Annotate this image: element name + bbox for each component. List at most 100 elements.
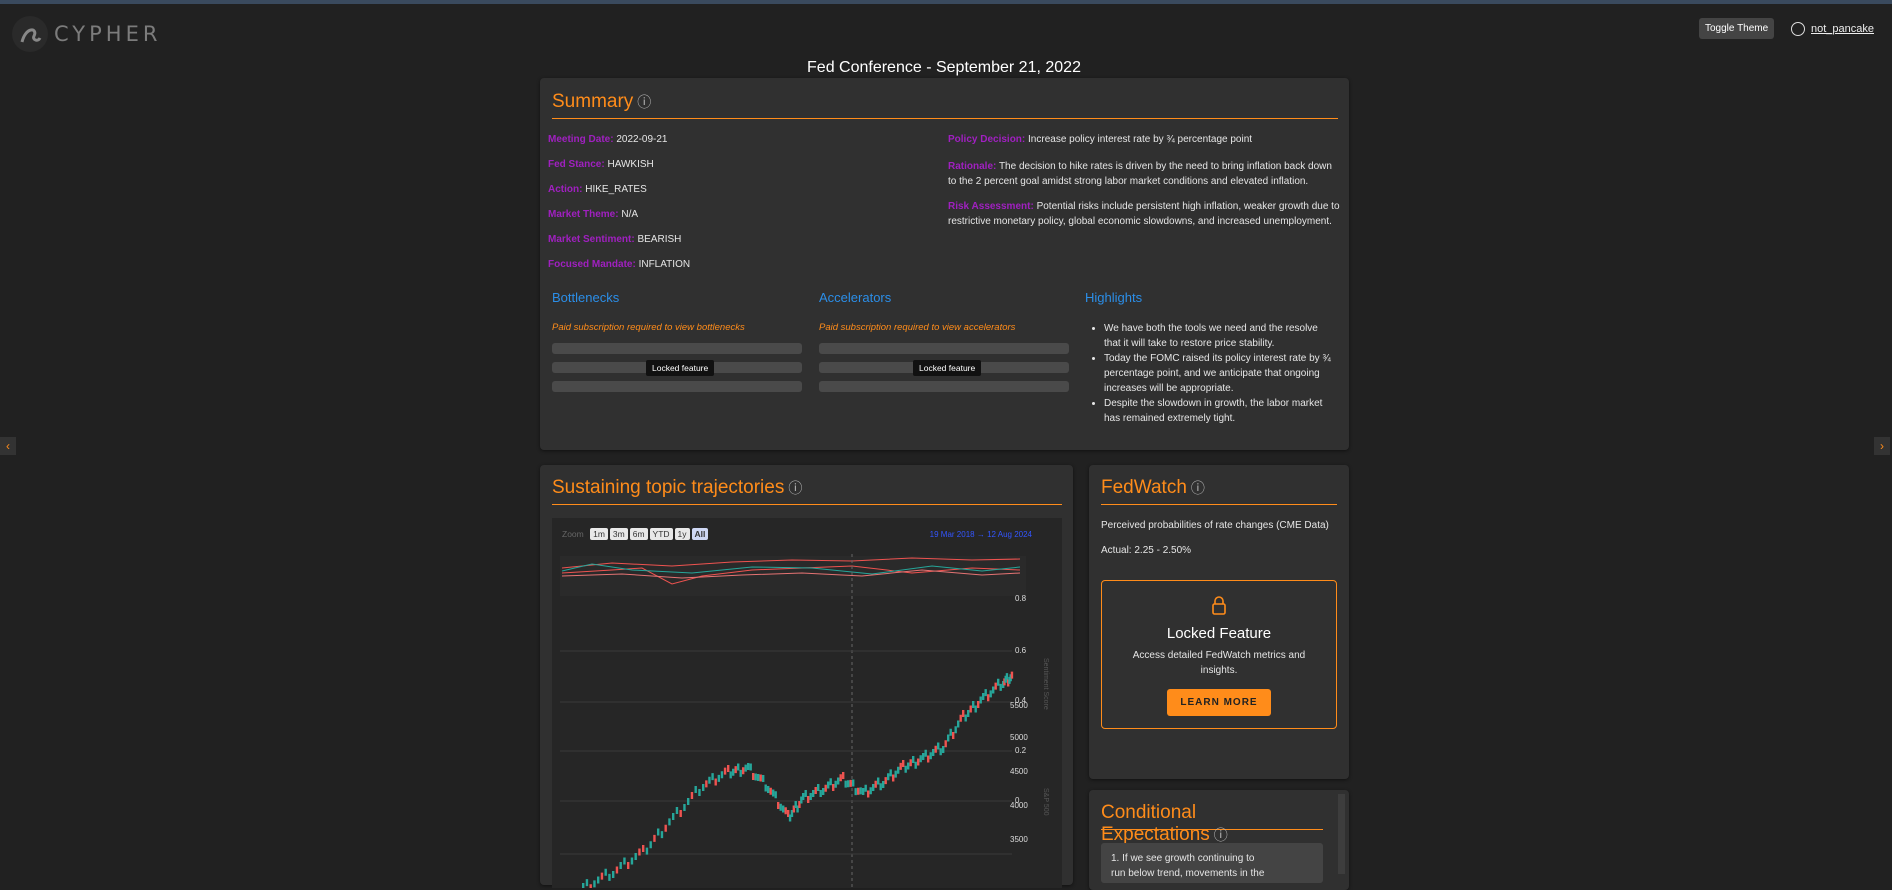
- logo[interactable]: CYPHER: [12, 16, 161, 52]
- candle: [630, 857, 634, 865]
- info-icon[interactable]: ⓘ: [637, 94, 651, 110]
- conditional-title: Conditional Expectations: [1101, 802, 1210, 845]
- next-arrow-icon[interactable]: ›: [1874, 437, 1890, 455]
- sp-tick: 4500: [1010, 767, 1028, 776]
- candle: [720, 771, 724, 779]
- list-item: Today the FOMC raised its policy interes…: [1104, 351, 1364, 396]
- candle: [877, 777, 880, 785]
- summary-card: Summary ⓘ Meeting Date: 2022-09-21 Fed St…: [540, 78, 1349, 450]
- candle: [827, 781, 830, 789]
- rationale: Rationale: The decision to hike rates is…: [948, 159, 1332, 189]
- meeting-date: Meeting Date: 2022-09-21: [548, 134, 668, 145]
- field-value: to the 2 percent goal amidst strong labo…: [948, 176, 1309, 187]
- field-label: Market Sentiment:: [548, 234, 635, 245]
- candle: [932, 749, 935, 756]
- field-label: Action:: [548, 184, 583, 195]
- candle: [942, 746, 945, 753]
- candle: [764, 784, 767, 792]
- candle: [927, 755, 930, 763]
- candle: [817, 784, 820, 791]
- candle: [977, 701, 980, 708]
- prev-arrow-icon[interactable]: ‹: [0, 437, 16, 455]
- bottlenecks-title: Bottlenecks: [552, 290, 620, 305]
- sp-tick: 3500: [1010, 835, 1028, 844]
- market-theme: Market Theme: N/A: [548, 209, 638, 220]
- locked-feature-badge[interactable]: Locked feature: [913, 360, 982, 376]
- candle: [705, 780, 708, 788]
- sentiment-tick: 0.2: [1015, 746, 1027, 755]
- candle: [749, 763, 752, 771]
- toggle-theme-button[interactable]: Toggle Theme: [1699, 18, 1775, 39]
- summary-title: Summary: [552, 91, 634, 112]
- bottlenecks-paywall-note: Paid subscription required to view bottl…: [552, 322, 745, 333]
- candle: [919, 755, 922, 763]
- candle: [859, 787, 862, 795]
- locked-feature-badge[interactable]: Locked feature: [646, 360, 715, 376]
- candle: [784, 807, 787, 815]
- candle: [887, 773, 890, 781]
- candle: [909, 759, 912, 767]
- field-label: Fed Stance:: [548, 159, 605, 170]
- trajectories-header: Sustaining topic trajectories ⓘ: [552, 477, 1062, 505]
- candle: [934, 745, 937, 753]
- candle: [929, 752, 932, 760]
- stock-chart: Zoom 1m 3m 6m YTD 1y All 19 Mar 2018 → 12 Aug…: [552, 518, 1062, 888]
- candle: [959, 714, 962, 722]
- info-icon[interactable]: ⓘ: [788, 480, 802, 496]
- candle: [992, 686, 995, 694]
- candle: [597, 876, 600, 884]
- candle: [694, 786, 697, 793]
- candle: [612, 871, 615, 878]
- info-icon[interactable]: ⓘ: [1214, 827, 1228, 843]
- candle: [754, 773, 757, 781]
- user-menu[interactable]: not_pancake: [1791, 22, 1874, 36]
- market-sentiment: Market Sentiment: BEARISH: [548, 234, 681, 245]
- candle: [723, 767, 727, 775]
- candle: [762, 775, 765, 782]
- summary-header: Summary ⓘ: [552, 91, 1338, 119]
- candle: [608, 873, 611, 881]
- candle: [759, 774, 762, 782]
- candle: [627, 862, 630, 869]
- navigator[interactable]: [560, 556, 1026, 596]
- candle: [585, 879, 589, 887]
- candle: [814, 787, 817, 794]
- locked-feature-panel: Locked Feature Access detailed FedWatch …: [1101, 580, 1337, 729]
- learn-more-button[interactable]: LEARN MORE: [1167, 689, 1271, 716]
- trajectories-title: Sustaining topic trajectories: [552, 477, 785, 498]
- candle: [623, 857, 626, 865]
- candle: [657, 828, 660, 836]
- candle: [884, 777, 887, 785]
- conditional-header: Conditional Expectations ⓘ: [1101, 802, 1323, 845]
- blurred-line: [552, 381, 802, 392]
- trajectories-card: Sustaining topic trajectories ⓘ Zoom 1m 3m…: [540, 465, 1073, 888]
- candle: [615, 866, 619, 874]
- candle: [867, 790, 870, 798]
- field-label: Policy Decision:: [948, 134, 1026, 145]
- candle: [854, 788, 857, 796]
- candle: [727, 765, 730, 772]
- candle: [698, 789, 701, 796]
- accelerators-paywall-note: Paid subscription required to view accel…: [819, 322, 1016, 333]
- fedwatch-header: FedWatch ⓘ: [1101, 477, 1337, 505]
- candle: [782, 805, 785, 813]
- sp-axis-label: S&P 500: [1042, 788, 1049, 816]
- candle: [1005, 673, 1009, 681]
- candle: [824, 784, 827, 792]
- candle: [857, 787, 860, 795]
- swan-logo-icon: [12, 16, 48, 52]
- candle: [997, 678, 1000, 686]
- candle: [839, 774, 842, 782]
- username[interactable]: not_pancake: [1811, 23, 1874, 35]
- info-icon[interactable]: ⓘ: [1191, 480, 1205, 496]
- scrollbar[interactable]: [1338, 794, 1345, 874]
- candle: [593, 880, 596, 888]
- candle: [982, 693, 985, 700]
- candle: [660, 831, 664, 839]
- field-value: N/A: [621, 209, 639, 220]
- candle: [642, 845, 645, 852]
- candle: [604, 868, 607, 876]
- candle: [664, 824, 667, 832]
- candle: [979, 696, 982, 704]
- candle: [869, 787, 872, 795]
